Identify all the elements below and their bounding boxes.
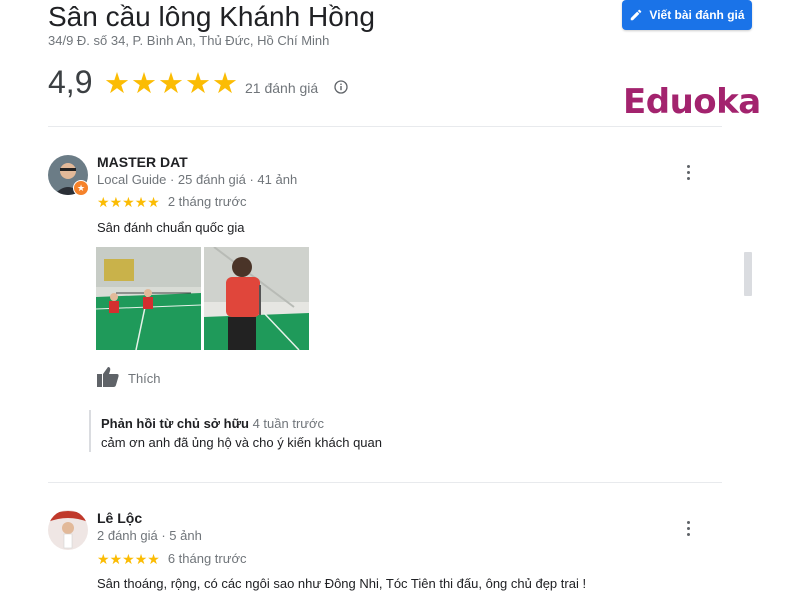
star-icon: ★ — [134, 193, 148, 210]
star-icon: ★ — [97, 193, 110, 210]
place-title: Sân cầu lông Khánh Hồng — [48, 1, 375, 32]
scrollbar-thumb[interactable] — [744, 252, 752, 296]
pencil-icon — [629, 8, 643, 22]
review-text: Sân đánh chuẩn quốc gia — [97, 220, 245, 235]
star-icon: ★ — [185, 68, 211, 100]
star-icon: ★ — [104, 68, 130, 100]
owner-reply-title: Phản hồi từ chủ sở hữu — [101, 416, 249, 431]
review-photo[interactable] — [96, 247, 201, 350]
reviewer-meta: 2 đánh giá · 5 ảnh — [97, 528, 202, 543]
star-icon: ★ — [158, 68, 184, 100]
star-icon: ★ — [122, 193, 135, 210]
star-icon: ★ — [109, 550, 123, 567]
like-button[interactable]: Thích — [96, 366, 161, 391]
review-stars: ★ ★ ★ ★ ★ 6 tháng trước — [97, 551, 246, 566]
review-count[interactable]: 21 đánh giá — [245, 80, 318, 96]
star-icon: ★ — [147, 193, 160, 210]
reviewer-name[interactable]: MASTER DAT — [97, 154, 188, 170]
place-address: 34/9 Đ. số 34, P. Bình An, Thủ Đức, Hồ C… — [48, 33, 330, 48]
owner-reply-time: 4 tuần trước — [252, 416, 325, 431]
owner-reply-header: Phản hồi từ chủ sở hữu 4 tuần trước — [101, 416, 324, 431]
star-icon: ★ — [97, 550, 110, 567]
rating-stars: ★ ★ ★ ★ ★ — [104, 68, 238, 100]
review-time: 6 tháng trước — [167, 551, 247, 566]
star-icon: ★ — [109, 193, 123, 210]
review-photo[interactable] — [204, 247, 309, 350]
more-options-icon[interactable] — [678, 518, 698, 538]
write-review-label: Viết bài đánh giá — [649, 8, 745, 22]
brand-logo: Eduoka — [623, 82, 761, 122]
review-time: 2 tháng trước — [167, 194, 247, 209]
like-label: Thích — [128, 371, 161, 386]
reviewer-meta: Local Guide · 25 đánh giá · 41 ảnh — [97, 172, 298, 187]
rating-score: 4,9 — [48, 64, 93, 100]
divider — [48, 126, 722, 127]
reviewer-name[interactable]: Lê Lộc — [97, 510, 142, 526]
avatar[interactable] — [48, 510, 88, 550]
more-options-icon[interactable] — [678, 162, 698, 182]
owner-reply-text: cảm ơn anh đã ủng hộ và cho ý kiến khách… — [101, 435, 382, 450]
write-review-button[interactable]: Viết bài đánh giá — [622, 0, 752, 30]
local-guide-badge-icon: ★ — [73, 180, 89, 196]
info-icon[interactable] — [334, 80, 348, 94]
review-text: Sân thoáng, rộng, có các ngôi sao như Đô… — [97, 576, 587, 591]
star-icon: ★ — [131, 68, 157, 100]
review-stars: ★ ★ ★ ★ ★ 2 tháng trước — [97, 194, 246, 209]
divider — [48, 482, 722, 483]
star-icon: ★ — [212, 68, 238, 100]
thumbs-up-icon — [96, 366, 120, 391]
star-icon: ★ — [147, 550, 160, 567]
star-icon: ★ — [122, 550, 135, 567]
reply-indent-bar — [89, 410, 91, 452]
star-icon: ★ — [134, 550, 148, 567]
